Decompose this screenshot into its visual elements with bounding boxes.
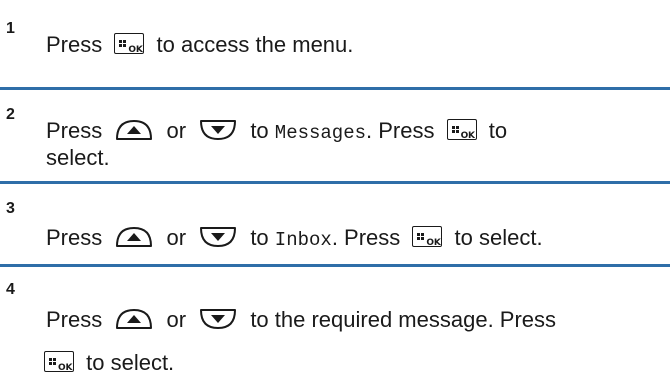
menu-ok-key-icon: OK — [44, 350, 74, 373]
step-2-line-1: Press or to Messages. Press OK to — [46, 118, 508, 144]
step-2-line-2: select. — [46, 145, 110, 170]
menu-ok-key-icon: OK — [412, 225, 443, 248]
menu-ok-key-icon: OK — [446, 118, 477, 141]
menu-ok-key-icon: OK — [114, 32, 145, 55]
step-4-line-1: Press or to the required message. Press — [46, 307, 557, 332]
up-arrow-key-icon — [116, 120, 153, 141]
up-arrow-key-icon — [116, 227, 153, 248]
step-number: 1 — [6, 20, 15, 37]
down-arrow-key-icon — [200, 227, 237, 248]
step-number: 3 — [6, 200, 15, 217]
step-divider — [0, 181, 670, 184]
down-arrow-key-icon — [200, 309, 237, 330]
step-number: 2 — [6, 106, 15, 123]
step-1-line: Press OK to access the menu. — [46, 32, 354, 57]
step-4-line-2: OK to select. — [44, 350, 174, 376]
step-number: 4 — [6, 281, 15, 298]
step-divider — [0, 87, 670, 90]
step-3-line: Press or to Inbox. Press OK to select. — [46, 225, 543, 251]
step-divider — [0, 264, 670, 267]
down-arrow-key-icon — [200, 120, 237, 141]
menu-item-text: Inbox — [274, 229, 332, 251]
up-arrow-key-icon — [116, 309, 153, 330]
menu-item-text: Messages — [274, 122, 367, 144]
